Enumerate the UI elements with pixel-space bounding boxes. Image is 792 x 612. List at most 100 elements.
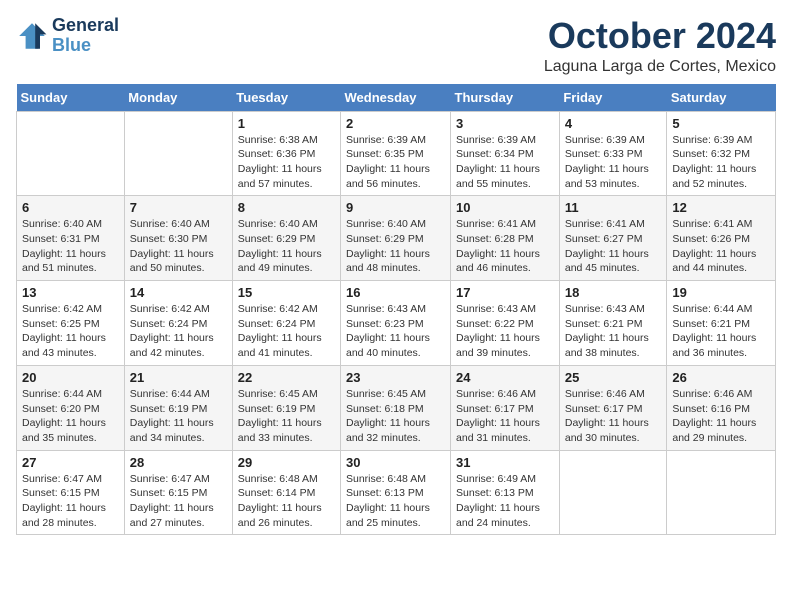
calendar-cell: 28 Sunrise: 6:47 AM Sunset: 6:15 PM Dayli… [124,450,232,535]
day-number: 23 [346,370,445,385]
calendar-cell: 10Sunrise: 6:41 AM Sunset: 6:28 PM Dayli… [451,196,560,281]
day-number: 28 [130,455,227,470]
calendar-week-3: 13 Sunrise: 6:42 AM Sunset: 6:25 PM Dayli… [17,281,776,366]
day-info: Sunrise: 6:47 AM Sunset: 6:15 PM Dayligh… [22,472,119,531]
calendar-cell: 6Sunrise: 6:40 AM Sunset: 6:31 PM Daylig… [17,196,125,281]
calendar-cell: 23 Sunrise: 6:45 AM Sunset: 6:18 PM Dayli… [341,365,451,450]
calendar-cell: 22 Sunrise: 6:45 AM Sunset: 6:19 PM Dayli… [232,365,340,450]
calendar-cell: 30 Sunrise: 6:48 AM Sunset: 6:13 PM Dayli… [341,450,451,535]
calendar-cell: 8 Sunrise: 6:40 AM Sunset: 6:29 PM Daylig… [232,196,340,281]
day-info: Sunrise: 6:40 AM Sunset: 6:31 PM Dayligh… [22,217,119,276]
calendar-week-5: 27Sunrise: 6:47 AM Sunset: 6:15 PM Dayli… [17,450,776,535]
day-number: 4 [565,116,662,131]
day-info: Sunrise: 6:40 AM Sunset: 6:30 PM Dayligh… [130,217,227,276]
calendar-table: SundayMondayTuesdayWednesdayThursdayFrid… [16,84,776,536]
calendar-cell: 25 Sunrise: 6:46 AM Sunset: 6:17 PM Dayli… [559,365,667,450]
day-info: Sunrise: 6:44 AM Sunset: 6:20 PM Dayligh… [22,387,119,446]
day-info: Sunrise: 6:40 AM Sunset: 6:29 PM Dayligh… [238,217,335,276]
page-header: General Blue October 2024 Laguna Larga d… [16,16,776,76]
day-info: Sunrise: 6:41 AM Sunset: 6:28 PM Dayligh… [456,217,554,276]
day-info: Sunrise: 6:40 AM Sunset: 6:29 PM Dayligh… [346,217,445,276]
day-number: 8 [238,200,335,215]
day-number: 20 [22,370,119,385]
day-number: 21 [130,370,227,385]
weekday-header-saturday: Saturday [667,84,776,112]
day-number: 7 [130,200,227,215]
day-number: 22 [238,370,335,385]
day-info: Sunrise: 6:45 AM Sunset: 6:19 PM Dayligh… [238,387,335,446]
calendar-cell: 29 Sunrise: 6:48 AM Sunset: 6:14 PM Dayli… [232,450,340,535]
weekday-header-thursday: Thursday [451,84,560,112]
month-title: October 2024 [544,16,776,56]
day-number: 5 [672,116,770,131]
calendar-week-1: 1 Sunrise: 6:38 AM Sunset: 6:36 PM Daylig… [17,111,776,196]
day-number: 16 [346,285,445,300]
calendar-cell: 16 Sunrise: 6:43 AM Sunset: 6:23 PM Dayli… [341,281,451,366]
day-info: Sunrise: 6:42 AM Sunset: 6:25 PM Dayligh… [22,302,119,361]
calendar-cell: 11Sunrise: 6:41 AM Sunset: 6:27 PM Dayli… [559,196,667,281]
day-info: Sunrise: 6:46 AM Sunset: 6:17 PM Dayligh… [565,387,662,446]
calendar-cell: 20 Sunrise: 6:44 AM Sunset: 6:20 PM Dayli… [17,365,125,450]
day-number: 13 [22,285,119,300]
title-block: October 2024 Laguna Larga de Cortes, Mex… [544,16,776,76]
calendar-cell: 15 Sunrise: 6:42 AM Sunset: 6:24 PM Dayli… [232,281,340,366]
weekday-header-monday: Monday [124,84,232,112]
day-info: Sunrise: 6:38 AM Sunset: 6:36 PM Dayligh… [238,133,335,192]
day-number: 3 [456,116,554,131]
day-info: Sunrise: 6:46 AM Sunset: 6:17 PM Dayligh… [456,387,554,446]
day-info: Sunrise: 6:49 AM Sunset: 6:13 PM Dayligh… [456,472,554,531]
logo: General Blue [16,16,119,56]
day-number: 9 [346,200,445,215]
day-number: 25 [565,370,662,385]
day-info: Sunrise: 6:48 AM Sunset: 6:13 PM Dayligh… [346,472,445,531]
day-info: Sunrise: 6:43 AM Sunset: 6:22 PM Dayligh… [456,302,554,361]
day-info: Sunrise: 6:47 AM Sunset: 6:15 PM Dayligh… [130,472,227,531]
day-number: 14 [130,285,227,300]
day-number: 26 [672,370,770,385]
day-info: Sunrise: 6:44 AM Sunset: 6:21 PM Dayligh… [672,302,770,361]
calendar-cell: 26 Sunrise: 6:46 AM Sunset: 6:16 PM Dayli… [667,365,776,450]
calendar-cell: 1 Sunrise: 6:38 AM Sunset: 6:36 PM Daylig… [232,111,340,196]
calendar-week-4: 20 Sunrise: 6:44 AM Sunset: 6:20 PM Dayli… [17,365,776,450]
day-number: 1 [238,116,335,131]
calendar-cell: 17Sunrise: 6:43 AM Sunset: 6:22 PM Dayli… [451,281,560,366]
day-info: Sunrise: 6:48 AM Sunset: 6:14 PM Dayligh… [238,472,335,531]
day-info: Sunrise: 6:39 AM Sunset: 6:33 PM Dayligh… [565,133,662,192]
calendar-cell: 7 Sunrise: 6:40 AM Sunset: 6:30 PM Daylig… [124,196,232,281]
weekday-header-sunday: Sunday [17,84,125,112]
day-info: Sunrise: 6:41 AM Sunset: 6:26 PM Dayligh… [672,217,770,276]
calendar-cell: 4 Sunrise: 6:39 AM Sunset: 6:33 PM Daylig… [559,111,667,196]
day-number: 2 [346,116,445,131]
day-number: 18 [565,285,662,300]
calendar-cell: 3 Sunrise: 6:39 AM Sunset: 6:34 PM Daylig… [451,111,560,196]
day-number: 15 [238,285,335,300]
calendar-cell: 18Sunrise: 6:43 AM Sunset: 6:21 PM Dayli… [559,281,667,366]
calendar-cell: 12Sunrise: 6:41 AM Sunset: 6:26 PM Dayli… [667,196,776,281]
weekday-header-friday: Friday [559,84,667,112]
weekday-header-row: SundayMondayTuesdayWednesdayThursdayFrid… [17,84,776,112]
weekday-header-wednesday: Wednesday [341,84,451,112]
day-info: Sunrise: 6:45 AM Sunset: 6:18 PM Dayligh… [346,387,445,446]
location-title: Laguna Larga de Cortes, Mexico [544,58,776,76]
day-info: Sunrise: 6:41 AM Sunset: 6:27 PM Dayligh… [565,217,662,276]
day-info: Sunrise: 6:43 AM Sunset: 6:23 PM Dayligh… [346,302,445,361]
calendar-cell: 5Sunrise: 6:39 AM Sunset: 6:32 PM Daylig… [667,111,776,196]
day-info: Sunrise: 6:44 AM Sunset: 6:19 PM Dayligh… [130,387,227,446]
calendar-cell: 13 Sunrise: 6:42 AM Sunset: 6:25 PM Dayli… [17,281,125,366]
calendar-cell: 27Sunrise: 6:47 AM Sunset: 6:15 PM Dayli… [17,450,125,535]
logo-line2: Blue [52,36,119,56]
day-info: Sunrise: 6:42 AM Sunset: 6:24 PM Dayligh… [130,302,227,361]
day-info: Sunrise: 6:39 AM Sunset: 6:34 PM Dayligh… [456,133,554,192]
day-number: 30 [346,455,445,470]
calendar-cell: 19 Sunrise: 6:44 AM Sunset: 6:21 PM Dayli… [667,281,776,366]
day-info: Sunrise: 6:39 AM Sunset: 6:35 PM Dayligh… [346,133,445,192]
calendar-cell: 9 Sunrise: 6:40 AM Sunset: 6:29 PM Daylig… [341,196,451,281]
logo-icon [16,20,48,52]
day-info: Sunrise: 6:42 AM Sunset: 6:24 PM Dayligh… [238,302,335,361]
calendar-cell: 2 Sunrise: 6:39 AM Sunset: 6:35 PM Daylig… [341,111,451,196]
day-number: 31 [456,455,554,470]
day-number: 19 [672,285,770,300]
calendar-cell [17,111,125,196]
day-number: 29 [238,455,335,470]
day-info: Sunrise: 6:46 AM Sunset: 6:16 PM Dayligh… [672,387,770,446]
